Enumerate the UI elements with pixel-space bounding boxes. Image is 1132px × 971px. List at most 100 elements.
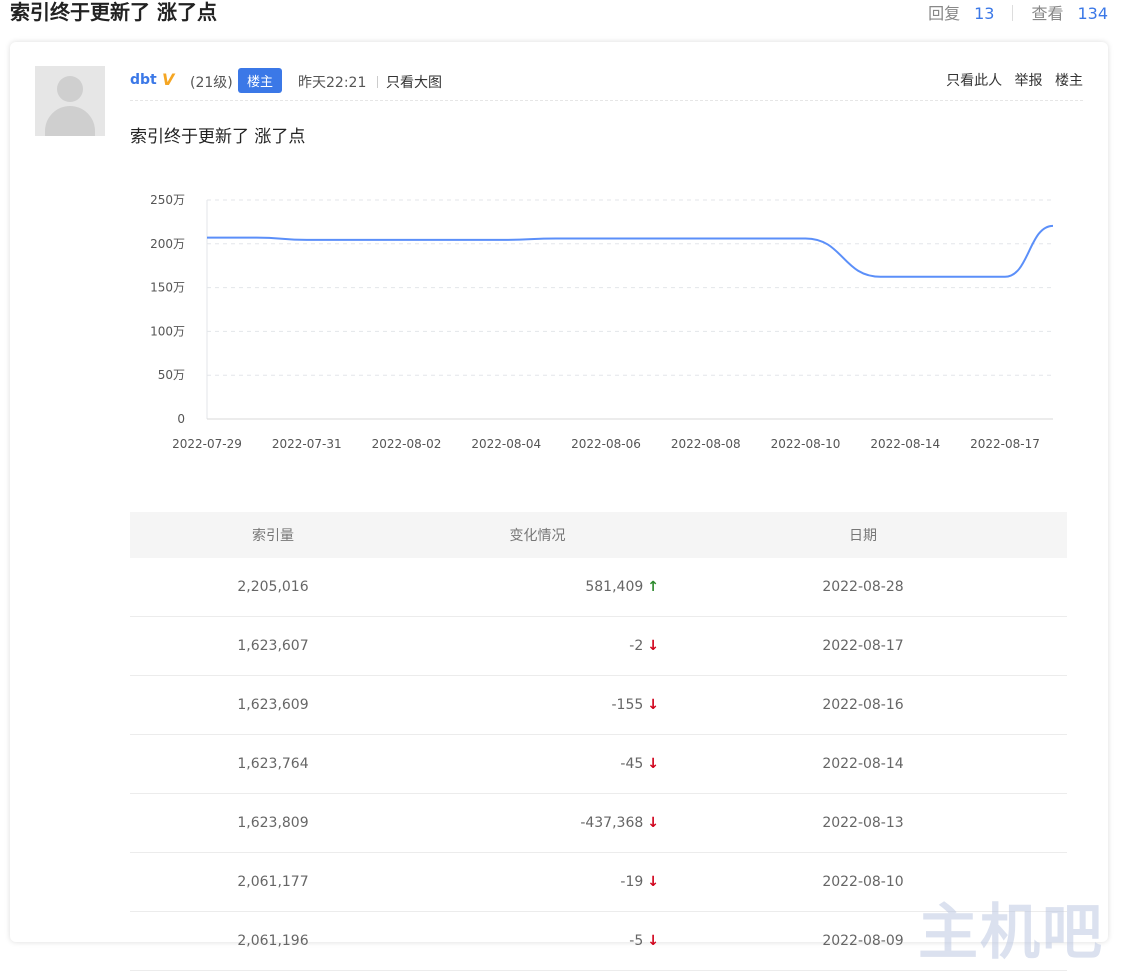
x-tick-label: 2022-08-10 bbox=[771, 437, 841, 451]
index-cell: 1,623,609 bbox=[130, 675, 416, 735]
change-cell: -437,368 ↓ bbox=[416, 793, 659, 853]
change-cell-value: -19 bbox=[620, 874, 644, 890]
arrow-down-icon: ↓ bbox=[647, 756, 659, 772]
x-tick-label: 2022-07-29 bbox=[172, 437, 242, 451]
index-cell: 1,623,809 bbox=[130, 793, 416, 853]
y-tick-label: 150万 bbox=[150, 281, 185, 295]
index-line-chart: 0 50万 100万 150万 200万 250万 2022-07-29 2022-07-31… bbox=[130, 182, 1060, 462]
y-tick-label: 250万 bbox=[150, 193, 185, 207]
arrow-down-icon: ↓ bbox=[647, 874, 659, 890]
header-index: 索引量 bbox=[130, 512, 416, 558]
index-cell-value: 1,623,809 bbox=[237, 815, 309, 831]
y-tick-label: 50万 bbox=[158, 368, 185, 382]
date-cell-value: 2022-08-17 bbox=[822, 638, 904, 654]
user-level: (21级) bbox=[190, 75, 233, 91]
x-tick-label: 2022-08-02 bbox=[372, 437, 442, 451]
views-count: 134 bbox=[1077, 4, 1108, 23]
x-tick-label: 2022-08-17 bbox=[970, 437, 1040, 451]
post-time: 昨天22:21 bbox=[298, 75, 367, 91]
post-card: dbt V (21级) 楼主 昨天22:21 只看大图 只看此人 举报 楼主 索… bbox=[10, 42, 1108, 971]
index-cell-value: 2,205,016 bbox=[237, 579, 309, 595]
date-cell: 2022-08-17 bbox=[659, 616, 1067, 676]
date-cell: 2022-08-28 bbox=[659, 558, 1067, 617]
x-tick-label: 2022-08-08 bbox=[671, 437, 741, 451]
change-cell-value: -155 bbox=[611, 697, 644, 713]
index-cell-value: 2,061,196 bbox=[237, 933, 309, 949]
table-row: 1,623,809 -437,368 ↓ 2022-08-13 bbox=[130, 793, 1067, 853]
change-cell-value: 581,409 bbox=[585, 579, 644, 595]
replies-label: 回复 bbox=[928, 4, 961, 23]
date-cell: 2022-08-13 bbox=[659, 793, 1067, 853]
table-row: 1,623,764 -45 ↓ 2022-08-14 bbox=[130, 734, 1067, 794]
y-tick-label: 100万 bbox=[150, 324, 185, 338]
change-cell: -155 ↓ bbox=[416, 675, 659, 735]
change-cell-value: -2 bbox=[629, 638, 644, 654]
only-this-user-link[interactable]: 只看此人 bbox=[946, 73, 1002, 89]
post-content: 索引终于更新了 涨了点 bbox=[130, 127, 306, 147]
date-cell-value: 2022-08-14 bbox=[822, 756, 904, 772]
thread-title: 索引终于更新了 涨了点 bbox=[10, 0, 217, 24]
index-cell: 2,061,177 bbox=[130, 852, 416, 912]
index-cell-value: 1,623,609 bbox=[237, 697, 309, 713]
date-cell-value: 2022-08-28 bbox=[822, 579, 904, 595]
meta-divider bbox=[377, 76, 378, 88]
index-cell: 1,623,607 bbox=[130, 616, 416, 676]
post-actions: 只看此人 举报 楼主 bbox=[938, 70, 1083, 90]
table-row: 1,623,607 -2 ↓ 2022-08-17 bbox=[130, 616, 1067, 676]
change-cell-value: -45 bbox=[620, 756, 644, 772]
vip-icon: V bbox=[162, 70, 175, 89]
date-cell-value: 2022-08-13 bbox=[822, 815, 904, 831]
header-date: 日期 bbox=[659, 512, 1067, 558]
x-tick-label: 2022-08-06 bbox=[571, 437, 641, 451]
report-link[interactable]: 举报 bbox=[1015, 73, 1043, 89]
date-cell-value: 2022-08-09 bbox=[822, 933, 904, 949]
x-tick-label: 2022-08-04 bbox=[471, 437, 541, 451]
date-cell-value: 2022-08-10 bbox=[822, 874, 904, 890]
post-meta: dbt V (21级) 楼主 昨天22:21 只看大图 只看此人 举报 楼主 bbox=[130, 68, 1083, 101]
arrow-down-icon: ↓ bbox=[647, 815, 659, 831]
change-cell: -2 ↓ bbox=[416, 616, 659, 676]
replies-count: 13 bbox=[974, 4, 995, 23]
header-change: 变化情况 bbox=[416, 512, 659, 558]
index-cell-value: 2,061,177 bbox=[237, 874, 309, 890]
change-cell: 581,409 ↑ bbox=[416, 558, 659, 617]
index-cell-value: 1,623,764 bbox=[237, 756, 309, 772]
floor-link[interactable]: 楼主 bbox=[1055, 73, 1083, 89]
arrow-down-icon: ↓ bbox=[647, 697, 659, 713]
avatar-head-shape bbox=[57, 76, 83, 102]
watermark: 主机吧 bbox=[918, 898, 1104, 968]
index-cell: 1,623,764 bbox=[130, 734, 416, 794]
op-badge: 楼主 bbox=[238, 68, 283, 93]
arrow-down-icon: ↓ bbox=[647, 638, 659, 654]
thread-header: 索引终于更新了 涨了点 回复 13 查看 134 bbox=[0, 0, 1132, 32]
avatar[interactable] bbox=[35, 66, 105, 136]
table-row: 2,205,016 581,409 ↑ 2022-08-28 bbox=[130, 558, 1067, 617]
series-line bbox=[206, 224, 1054, 278]
change-cell-value: -437,368 bbox=[580, 815, 644, 831]
table-row: 1,623,609 -155 ↓ 2022-08-16 bbox=[130, 675, 1067, 735]
chart-svg: 0 50万 100万 150万 200万 250万 2022-07-29 2022-07-31… bbox=[150, 193, 1054, 451]
table-header-row: 索引量 变化情况 日期 bbox=[130, 512, 1067, 558]
date-cell: 2022-08-14 bbox=[659, 734, 1067, 794]
index-cell: 2,205,016 bbox=[130, 558, 416, 617]
change-cell: -19 ↓ bbox=[416, 852, 659, 912]
thread-stats: 回复 13 查看 134 bbox=[928, 0, 1108, 24]
change-cell: -45 ↓ bbox=[416, 734, 659, 794]
x-tick-label: 2022-08-14 bbox=[870, 437, 940, 451]
view-large-image-link[interactable]: 只看大图 bbox=[386, 72, 442, 92]
index-cell: 2,061,196 bbox=[130, 911, 416, 971]
change-cell: -5 ↓ bbox=[416, 911, 659, 971]
index-cell-value: 1,623,607 bbox=[237, 638, 309, 654]
date-cell: 2022-08-16 bbox=[659, 675, 1067, 735]
avatar-body-shape bbox=[45, 106, 95, 136]
arrow-down-icon: ↓ bbox=[647, 933, 659, 949]
views-label: 查看 bbox=[1031, 4, 1064, 23]
y-tick-label: 0 bbox=[177, 412, 185, 426]
change-cell-value: -5 bbox=[629, 933, 644, 949]
x-tick-label: 2022-07-31 bbox=[272, 437, 342, 451]
arrow-up-icon: ↑ bbox=[647, 579, 659, 595]
y-tick-label: 200万 bbox=[150, 237, 185, 251]
date-cell-value: 2022-08-16 bbox=[822, 697, 904, 713]
username-link[interactable]: dbt bbox=[130, 72, 157, 88]
stats-divider bbox=[1012, 5, 1014, 21]
